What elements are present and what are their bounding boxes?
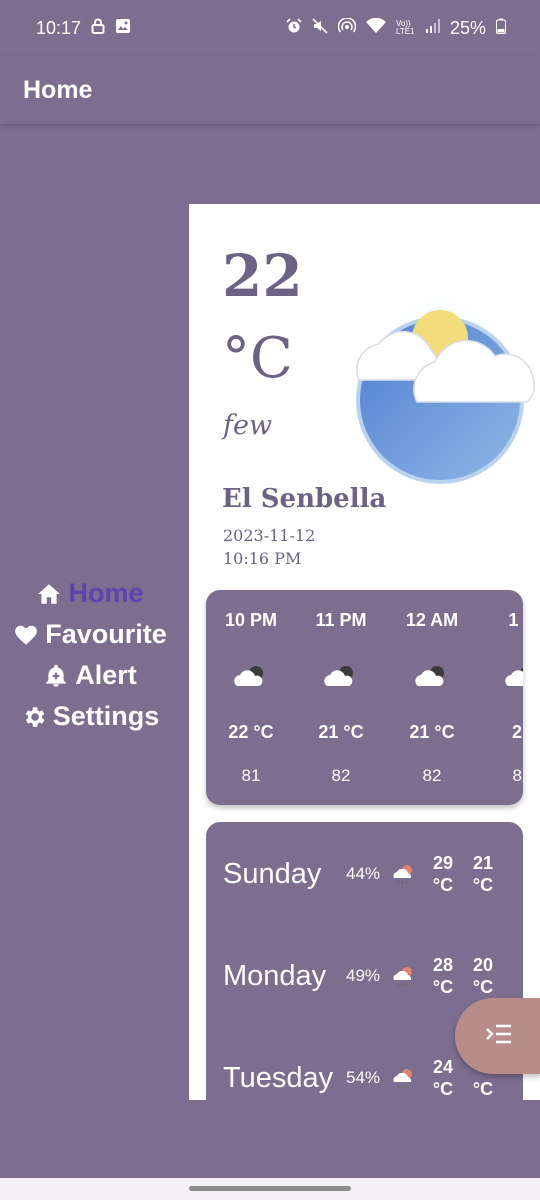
status-time: 10:17 xyxy=(36,17,82,38)
hourly-item: 11 PM 21 °C 82 xyxy=(296,590,386,805)
day-precipitation: 44% xyxy=(346,864,381,883)
page-title: Home xyxy=(23,75,93,104)
home-icon xyxy=(34,579,64,609)
battery-level: 25% xyxy=(449,17,486,38)
day-min-unit: °C xyxy=(472,875,494,895)
hourly-item: 12 AM 21 °C 82 xyxy=(387,590,477,805)
rain-sun-icon xyxy=(392,964,416,988)
weather-description: few xyxy=(223,410,273,441)
day-name: Monday xyxy=(223,960,327,992)
day-min-value: 21 xyxy=(472,853,494,873)
day-min-value: 20 xyxy=(472,955,494,975)
current-temperature: 22 xyxy=(222,242,303,310)
cloud-moon-icon xyxy=(234,664,268,688)
nav-label-alert: Alert xyxy=(75,660,137,690)
hour-time: 10 PM xyxy=(224,610,278,630)
cloud-moon-icon xyxy=(505,664,523,688)
cloud-moon-icon xyxy=(324,664,358,688)
image-icon xyxy=(115,18,131,38)
day-min-unit: °C xyxy=(472,977,494,997)
drawer-toggle-button[interactable] xyxy=(455,998,540,1074)
app-bar: Home xyxy=(0,56,540,124)
hourly-item: 1 A 21 82 xyxy=(477,590,523,805)
gear-icon xyxy=(19,702,49,732)
hour-temp: 21 xyxy=(511,722,523,742)
hour-temp: 21 °C xyxy=(409,722,455,742)
bell-plus-icon xyxy=(41,661,71,691)
hour-time: 12 AM xyxy=(405,610,459,630)
daily-item: Sunday 44% 29 °C 21 °C xyxy=(206,840,523,910)
current-time: 10:16 PM xyxy=(223,549,302,568)
day-max-unit: °C xyxy=(432,1079,454,1099)
day-name: Sunday xyxy=(223,858,322,890)
alarm-icon xyxy=(286,18,302,38)
hour-time: 1 A xyxy=(508,610,523,630)
hour-humidity: 82 xyxy=(422,766,442,785)
hourly-item: 10 PM 22 °C 81 xyxy=(206,590,296,805)
nav-item-home[interactable]: Home xyxy=(34,575,144,612)
day-max-unit: °C xyxy=(432,977,454,997)
nav-menu: Home Favourite Alert Settings xyxy=(0,575,178,735)
rain-sun-icon xyxy=(392,862,416,886)
city-name: El Senbella xyxy=(222,484,387,514)
current-date: 2023-11-12 xyxy=(223,526,316,545)
battery-icon xyxy=(496,18,506,38)
wifi-icon xyxy=(365,17,386,38)
rain-sun-icon xyxy=(392,1066,416,1090)
gesture-handle[interactable] xyxy=(189,1186,351,1191)
home-content-panel[interactable]: 22 °C few El Senbella 2023-11-12 10:16 P… xyxy=(189,204,540,1100)
hourly-forecast-list[interactable]: 10 PM 22 °C 81 11 PM 21 °C 82 12 AM 21 °… xyxy=(206,590,523,805)
few-clouds-night-icon xyxy=(347,292,540,492)
nav-label-home: Home xyxy=(68,578,144,608)
status-bar: 10:17 Vo)) LTE1 25% xyxy=(0,0,540,56)
volte-icon: Vo)) LTE1 xyxy=(395,19,415,36)
hour-humidity: 82 xyxy=(331,766,351,785)
day-max-unit: °C xyxy=(432,875,454,895)
hour-humidity: 81 xyxy=(241,766,261,785)
nav-label-settings: Settings xyxy=(52,701,160,731)
hour-humidity: 82 xyxy=(512,766,523,785)
lock-icon xyxy=(91,18,105,38)
signal-icon xyxy=(425,19,440,37)
day-precipitation: 54% xyxy=(346,1068,381,1087)
hour-temp: 22 °C xyxy=(228,722,274,742)
menu-expand-icon xyxy=(485,1022,513,1051)
day-max-value: 29 xyxy=(432,853,454,873)
hour-time: 11 PM xyxy=(315,610,367,630)
day-name: Tuesday xyxy=(223,1062,334,1094)
day-max-value: 24 xyxy=(432,1057,454,1077)
status-right: Vo)) LTE1 25% xyxy=(286,17,506,39)
day-max-temp: 28 °C xyxy=(428,954,458,998)
day-max-temp: 24 °C xyxy=(428,1056,458,1100)
hour-temp: 21 °C xyxy=(318,722,364,742)
status-left: 10:17 xyxy=(36,18,131,39)
temperature-unit: °C xyxy=(222,326,293,391)
day-min-temp: 21 °C xyxy=(468,852,498,896)
day-max-value: 28 xyxy=(432,955,454,975)
gesture-navigation-bar xyxy=(0,1178,540,1200)
nav-item-alert[interactable]: Alert xyxy=(41,657,137,694)
mute-icon xyxy=(312,18,328,38)
nav-item-settings[interactable]: Settings xyxy=(19,698,160,735)
day-precipitation: 49% xyxy=(346,966,381,985)
day-max-temp: 29 °C xyxy=(428,852,458,896)
nav-item-favourite[interactable]: Favourite xyxy=(11,616,167,653)
heart-icon xyxy=(11,620,41,650)
hotspot-icon xyxy=(337,17,357,38)
cloud-moon-icon xyxy=(415,664,449,688)
nav-label-favourite: Favourite xyxy=(45,619,167,649)
day-min-unit: °C xyxy=(472,1079,494,1099)
day-min-temp: 20 °C xyxy=(468,954,498,998)
